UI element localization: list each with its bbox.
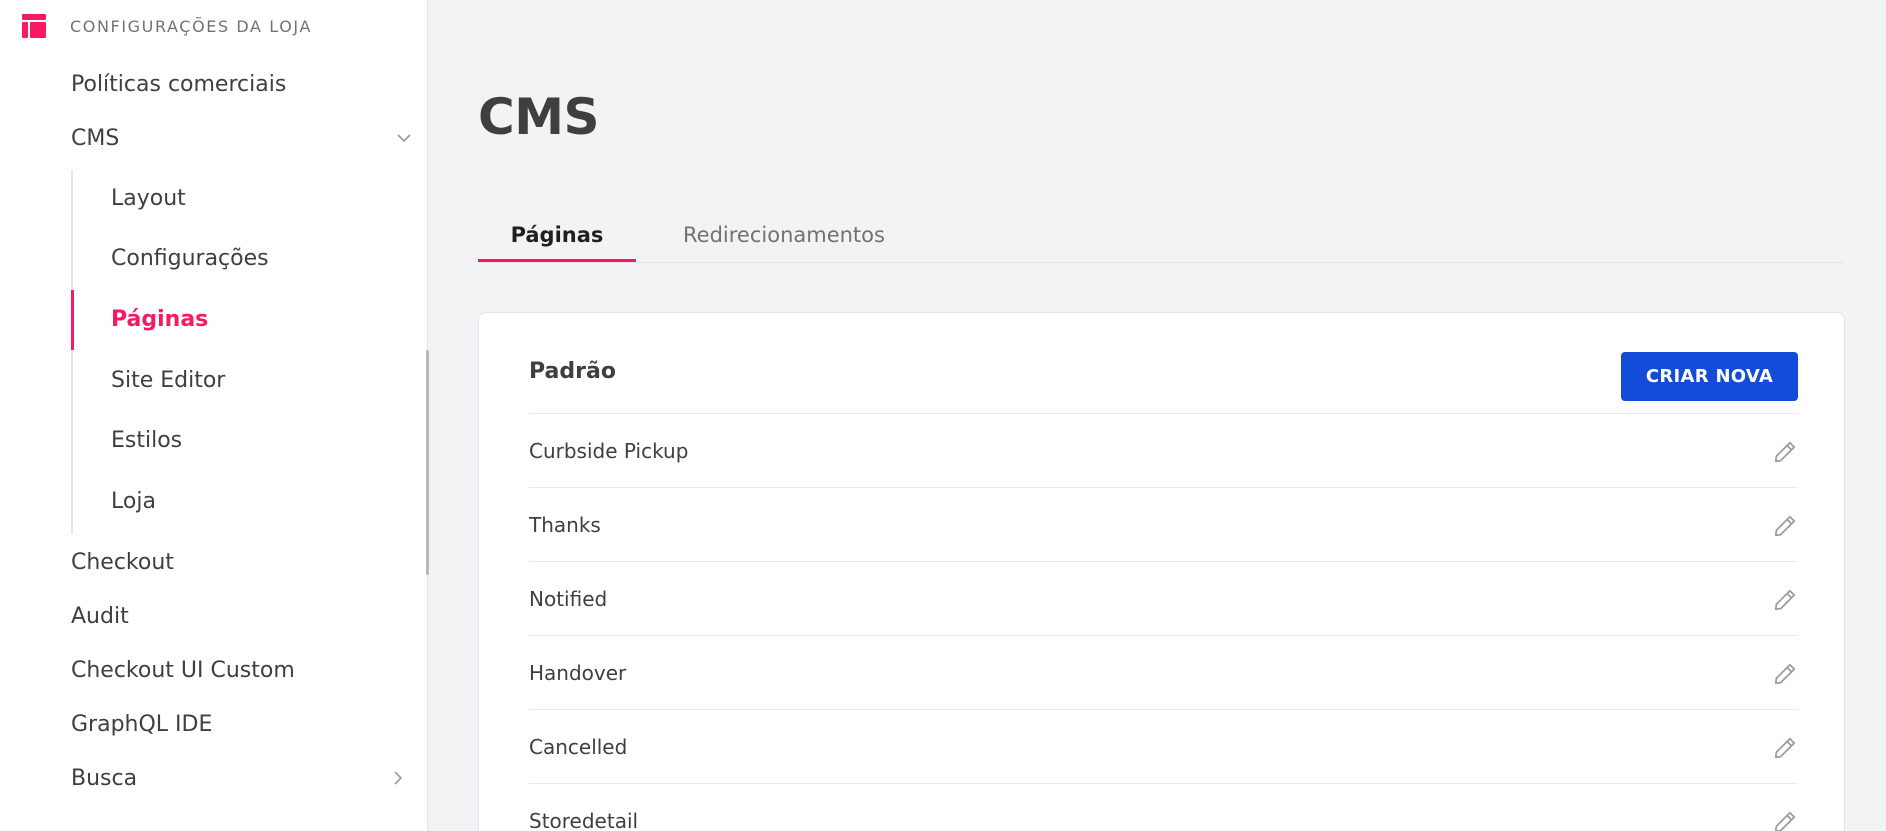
- sidebar-item-busca[interactable]: Busca: [71, 758, 137, 798]
- pencil-icon[interactable]: [1772, 661, 1798, 687]
- tab-paginas[interactable]: Páginas: [478, 206, 636, 263]
- tab-redirecionamentos[interactable]: Redirecionamentos: [664, 206, 904, 263]
- list-item-label: Cancelled: [529, 734, 628, 759]
- sidebar-section-header[interactable]: Configurações da loja: [22, 10, 312, 42]
- sidebar-cms-submenu: Layout Configurações Páginas Site Editor…: [71, 170, 391, 534]
- sidebar-item-checkout[interactable]: Checkout: [71, 542, 174, 582]
- sidebar-scrollbar[interactable]: [426, 350, 429, 575]
- create-new-button[interactable]: CRIAR NOVA: [1621, 352, 1798, 401]
- list-item-label: Notified: [529, 586, 608, 611]
- tab-active-underline: [478, 259, 636, 262]
- sidebar-subitem-layout[interactable]: Layout: [111, 178, 186, 218]
- list-item-label: Handover: [529, 660, 627, 685]
- sidebar-subitem-configuracoes[interactable]: Configurações: [111, 238, 269, 278]
- sidebar-subitem-estilos[interactable]: Estilos: [111, 420, 182, 460]
- pages-list: Curbside Pickup Thanks Notified Handover…: [529, 413, 1798, 831]
- pencil-icon[interactable]: [1772, 735, 1798, 761]
- list-item[interactable]: Storedetail: [529, 783, 1798, 831]
- chevron-right-icon[interactable]: [390, 770, 406, 786]
- sidebar-subitem-site-editor[interactable]: Site Editor: [111, 360, 225, 400]
- app-root: Configurações da loja Políticas comercia…: [0, 0, 1886, 831]
- sidebar-item-politicas-comerciais[interactable]: Políticas comerciais: [71, 64, 286, 104]
- sidebar-item-graphql-ide[interactable]: GraphQL IDE: [71, 704, 212, 744]
- pencil-icon[interactable]: [1772, 809, 1798, 831]
- list-item[interactable]: Cancelled: [529, 709, 1798, 783]
- page-title: CMS: [478, 88, 599, 146]
- sidebar-subitem-paginas[interactable]: Páginas: [111, 299, 208, 339]
- pencil-icon[interactable]: [1772, 587, 1798, 613]
- chevron-down-icon[interactable]: [396, 130, 412, 146]
- sidebar-item-checkout-ui-custom[interactable]: Checkout UI Custom: [71, 650, 295, 690]
- list-item-label: Curbside Pickup: [529, 438, 689, 463]
- active-indicator: [71, 290, 74, 350]
- list-item-label: Thanks: [529, 512, 601, 537]
- list-item[interactable]: Notified: [529, 561, 1798, 635]
- sidebar-item-audit[interactable]: Audit: [71, 596, 129, 636]
- card-title: Padrão: [529, 359, 616, 384]
- pencil-icon[interactable]: [1772, 513, 1798, 539]
- sidebar-section-title: Configurações da loja: [70, 16, 313, 36]
- tab-bar: Páginas Redirecionamentos: [478, 206, 1844, 263]
- sidebar: Configurações da loja Políticas comercia…: [0, 0, 429, 831]
- list-item[interactable]: Handover: [529, 635, 1798, 709]
- sidebar-subitem-loja[interactable]: Loja: [111, 481, 156, 521]
- store-settings-icon: [22, 14, 46, 38]
- list-item-label: Storedetail: [529, 808, 639, 831]
- sidebar-item-cms[interactable]: CMS: [71, 118, 119, 158]
- list-item[interactable]: Thanks: [529, 487, 1798, 561]
- list-item[interactable]: Curbside Pickup: [529, 413, 1798, 487]
- pencil-icon[interactable]: [1772, 439, 1798, 465]
- pages-card: Padrão CRIAR NOVA Curbside Pickup Thanks…: [478, 312, 1845, 831]
